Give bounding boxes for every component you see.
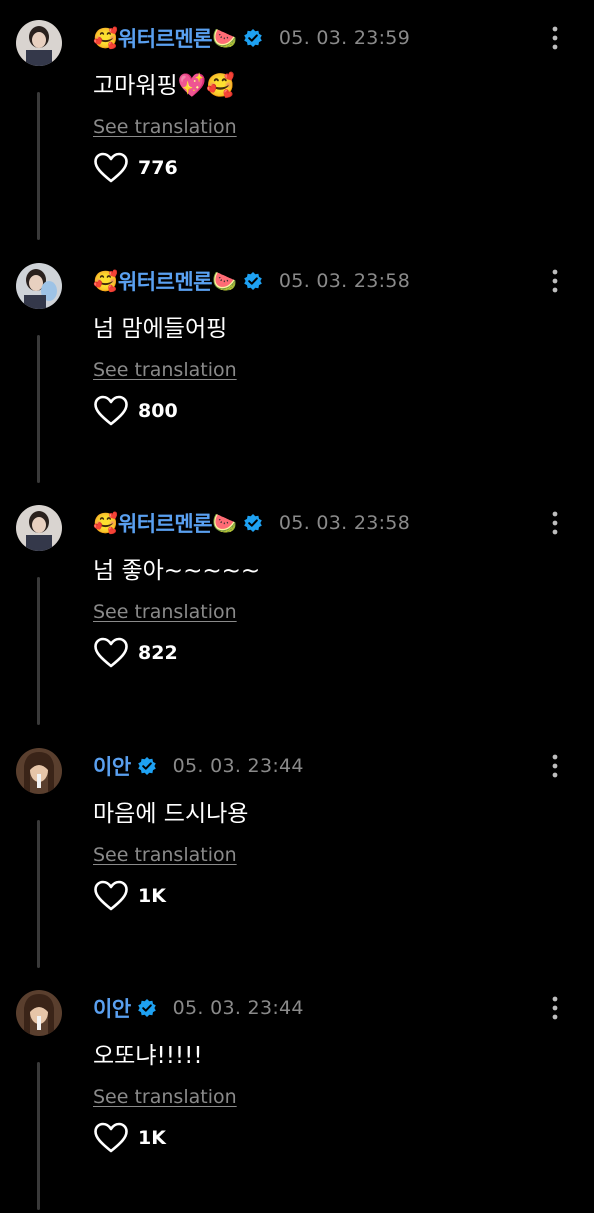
watermelon-emoji: 🍉 — [212, 511, 237, 535]
username[interactable]: 워터르멘론 — [118, 23, 213, 53]
comment-header: 🥰 워터르멘론 🍉 05. 03. 23:59 — [93, 24, 410, 52]
comment-header: 🥰 워터르멘론 🍉 05. 03. 23:58 — [93, 267, 410, 295]
avatar[interactable] — [16, 747, 62, 794]
comment-text: 마음에 드시나용 — [93, 800, 249, 827]
comment-text: 넘 좋아~~~~~ — [93, 558, 261, 584]
comment-item: 🥰 워터르멘론 🍉 05. 03. 23:58 넘 좋아~~~~~ See tr… — [0, 485, 594, 728]
verified-badge-icon — [244, 514, 262, 532]
heart-icon[interactable] — [93, 152, 129, 184]
see-translation-link[interactable]: See translation — [93, 116, 237, 138]
avatar[interactable] — [16, 505, 62, 551]
comment-item: 이안 05. 03. 23:44 오또냐!!!!! See translatio… — [0, 970, 594, 1213]
heart-icon[interactable] — [93, 637, 129, 669]
smiling-hearts-emoji: 🥰 — [93, 268, 118, 293]
thread-line — [37, 334, 40, 483]
comment-feed: 🥰 워터르멘론 🍉 05. 03. 23:59 고마워핑💖🥰 See trans… — [0, 0, 594, 1213]
thread-line — [37, 577, 40, 725]
see-translation-link[interactable]: See translation — [93, 1086, 237, 1108]
comment-text: 오또냐!!!!! — [93, 1043, 203, 1069]
like-row: 1K — [93, 878, 166, 914]
like-row: 822 — [93, 635, 178, 671]
more-options-icon[interactable] — [546, 24, 564, 52]
like-row: 800 — [93, 393, 178, 429]
avatar[interactable] — [16, 20, 62, 66]
avatar[interactable] — [16, 262, 62, 309]
avatar[interactable] — [16, 990, 62, 1036]
like-count: 822 — [138, 642, 178, 664]
heart-icon[interactable] — [93, 395, 129, 427]
username[interactable]: 이안 — [93, 993, 131, 1023]
like-row: 1K — [93, 1120, 166, 1156]
timestamp: 05. 03. 23:44 — [172, 997, 304, 1019]
username[interactable]: 워터르멘론 — [118, 266, 213, 296]
like-count: 776 — [138, 157, 178, 179]
timestamp: 05. 03. 23:44 — [172, 754, 304, 777]
verified-badge-icon — [137, 756, 156, 775]
comment-text: 고마워핑💖🥰 — [93, 73, 235, 99]
verified-badge-icon — [244, 29, 262, 47]
timestamp: 05. 03. 23:58 — [278, 512, 411, 534]
like-count: 1K — [138, 884, 166, 907]
timestamp: 05. 03. 23:58 — [278, 269, 411, 292]
more-options-icon[interactable] — [546, 267, 564, 295]
verified-badge-icon — [244, 271, 262, 290]
username[interactable]: 이안 — [93, 751, 131, 781]
comment-header: 이안 05. 03. 23:44 — [93, 994, 304, 1022]
smiling-hearts-emoji: 🥰 — [93, 511, 118, 535]
username[interactable]: 워터르멘론 — [118, 508, 213, 538]
comment-header: 🥰 워터르멘론 🍉 05. 03. 23:58 — [93, 509, 410, 537]
more-options-icon[interactable] — [546, 994, 564, 1022]
comment-text: 넘 맘에들어핑 — [93, 315, 228, 342]
thread-line — [37, 92, 40, 240]
more-options-icon[interactable] — [546, 509, 564, 537]
comment-item: 🥰 워터르멘론 🍉 05. 03. 23:58 넘 맘에들어핑 See tran… — [0, 243, 594, 486]
like-count: 800 — [138, 399, 178, 422]
watermelon-emoji: 🍉 — [212, 26, 237, 50]
smiling-hearts-emoji: 🥰 — [93, 26, 118, 50]
like-row: 776 — [93, 150, 178, 186]
comment-item: 🥰 워터르멘론 🍉 05. 03. 23:59 고마워핑💖🥰 See trans… — [0, 0, 594, 243]
heart-icon[interactable] — [93, 880, 129, 912]
verified-badge-icon — [137, 999, 156, 1017]
like-count: 1K — [138, 1127, 166, 1149]
thread-line — [37, 819, 40, 968]
watermelon-emoji: 🍉 — [212, 268, 237, 293]
comment-header: 이안 05. 03. 23:44 — [93, 752, 304, 780]
see-translation-link[interactable]: See translation — [93, 359, 237, 381]
heart-icon[interactable] — [93, 1122, 129, 1154]
see-translation-link[interactable]: See translation — [93, 844, 237, 866]
timestamp: 05. 03. 23:59 — [278, 27, 411, 49]
thread-line — [37, 1062, 40, 1210]
more-options-icon[interactable] — [546, 752, 564, 780]
comment-item: 이안 05. 03. 23:44 마음에 드시나용 See translatio… — [0, 728, 594, 971]
see-translation-link[interactable]: See translation — [93, 601, 237, 623]
